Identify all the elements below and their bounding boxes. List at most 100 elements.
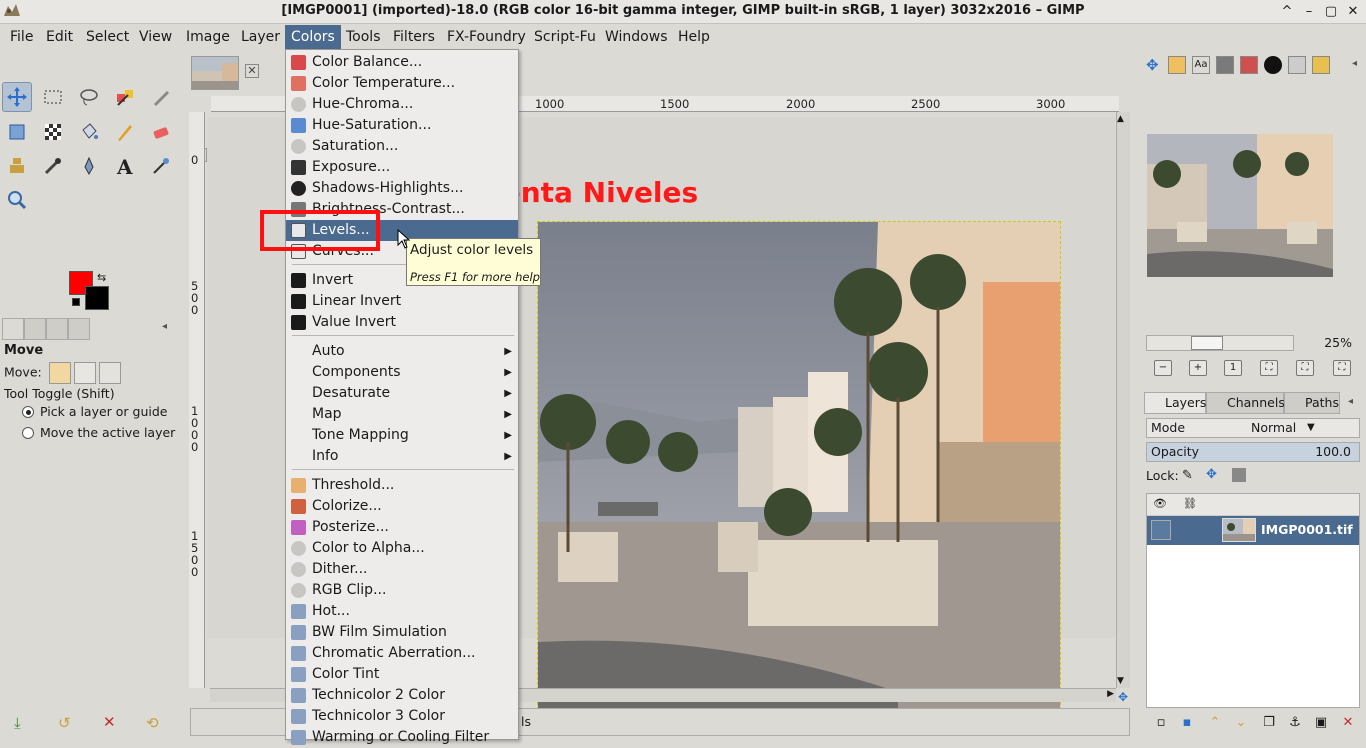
zoom-tool-icon[interactable] xyxy=(2,185,32,215)
undo-history-tab-icon[interactable] xyxy=(24,318,46,340)
rect-select-tool-icon[interactable] xyxy=(38,82,68,112)
menu-item-hue-saturation[interactable]: Hue-Saturation... xyxy=(286,115,518,136)
move-layer-mode-icon[interactable] xyxy=(48,362,71,384)
menu-item-components[interactable]: Components ▶ xyxy=(286,362,518,383)
menu-item-map[interactable]: Map ▶ xyxy=(286,404,518,425)
lock-position-icon[interactable]: ✥ xyxy=(1206,467,1217,482)
mask-layer-icon[interactable]: ▣ xyxy=(1312,714,1330,732)
menu-item-dither[interactable]: Dither... xyxy=(286,559,518,580)
menu-item-colorize[interactable]: Colorize... xyxy=(286,496,518,517)
zoom-in-icon[interactable]: + xyxy=(1189,360,1207,376)
image-canvas[interactable] xyxy=(537,221,1061,725)
scroll-up-icon[interactable]: ▲ xyxy=(1117,114,1124,124)
menu-item-posterize[interactable]: Posterize... xyxy=(286,517,518,538)
lock-alpha-icon[interactable] xyxy=(1232,468,1246,482)
vertical-scrollbar[interactable]: ▲ ▼ xyxy=(1116,112,1130,688)
navigator-preview[interactable] xyxy=(1147,134,1333,277)
dock-menu-icon[interactable]: ◂ xyxy=(1352,58,1357,69)
menu-item-desaturate[interactable]: Desaturate ▶ xyxy=(286,383,518,404)
dock-menu-icon[interactable]: ◂ xyxy=(1348,396,1353,407)
menu-item-value-invert[interactable]: Value Invert xyxy=(286,312,518,333)
zoom-slider[interactable] xyxy=(1146,335,1294,351)
images-tab-icon[interactable] xyxy=(1216,56,1234,74)
image-tab-thumbnail[interactable] xyxy=(191,56,239,90)
new-layer-icon[interactable]: ▫ xyxy=(1152,714,1170,732)
warp-tool-icon[interactable] xyxy=(38,117,68,147)
patterns-tab-icon[interactable] xyxy=(1288,56,1306,74)
menu-file[interactable]: File xyxy=(4,25,39,49)
menu-image[interactable]: Image xyxy=(180,25,236,49)
tab-paths[interactable]: Paths xyxy=(1284,392,1340,414)
scroll-down-icon[interactable]: ▼ xyxy=(1117,676,1124,686)
menu-layer[interactable]: Layer xyxy=(235,25,286,49)
fit-image-icon[interactable]: ⛶ xyxy=(1260,360,1278,376)
delete-layer-icon[interactable]: ✕ xyxy=(1339,714,1357,732)
zoom-out-icon[interactable]: − xyxy=(1154,360,1172,376)
brushes-tab-icon[interactable] xyxy=(1264,56,1282,74)
navigate-canvas-icon[interactable]: ✥ xyxy=(1118,690,1128,704)
move-active-layer-option[interactable]: Move the active layer xyxy=(22,425,175,440)
menu-filters[interactable]: Filters xyxy=(387,25,441,49)
menu-fx-foundry[interactable]: FX-Foundry xyxy=(441,25,532,49)
menu-item-color-temperature[interactable]: Color Temperature... xyxy=(286,73,518,94)
menu-item-rgb-clip[interactable]: RGB Clip... xyxy=(286,580,518,601)
close-tab-icon[interactable]: ✕ xyxy=(245,64,259,78)
menu-script-fu[interactable]: Script-Fu xyxy=(528,25,602,49)
menu-item-chromatic-aberration[interactable]: Chromatic Aberration... xyxy=(286,643,518,664)
menu-windows[interactable]: Windows xyxy=(599,25,674,49)
move-active-layer-radio[interactable] xyxy=(22,427,34,439)
new-group-icon[interactable]: ▪ xyxy=(1178,714,1196,732)
dock-menu-icon[interactable]: ◂ xyxy=(162,321,167,332)
menu-item-threshold[interactable]: Threshold... xyxy=(286,475,518,496)
window-close-button[interactable]: ✕ xyxy=(1344,3,1362,21)
clone-tool-icon[interactable] xyxy=(2,151,32,181)
duplicate-layer-icon[interactable]: ❐ xyxy=(1260,714,1278,732)
menu-item-technicolor-2[interactable]: Technicolor 2 Color xyxy=(286,685,518,706)
window-minimize-button[interactable]: – xyxy=(1300,3,1318,21)
pick-layer-radio[interactable] xyxy=(22,406,34,418)
background-color-swatch[interactable] xyxy=(85,286,109,310)
restore-options-icon[interactable]: ↺ xyxy=(58,714,71,732)
smudge-tool-icon[interactable] xyxy=(38,151,68,181)
menu-item-linear-invert[interactable]: Linear Invert xyxy=(286,291,518,312)
text-tool-icon[interactable]: A xyxy=(110,151,140,181)
lock-pixels-icon[interactable]: ✎ xyxy=(1182,468,1193,483)
menu-item-auto[interactable]: Auto ▶ xyxy=(286,341,518,362)
layer-row[interactable]: IMGP0001.tif xyxy=(1147,516,1359,545)
menu-tools[interactable]: Tools xyxy=(340,25,387,49)
color-picker-tool-icon[interactable] xyxy=(146,151,176,181)
bucket-fill-tool-icon[interactable] xyxy=(74,117,104,147)
window-maximize-button[interactable]: ▢ xyxy=(1322,3,1340,21)
opacity-spin[interactable]: Opacity 100.0 xyxy=(1146,442,1360,462)
paths-tool-icon[interactable] xyxy=(146,82,176,112)
anchor-layer-icon[interactable]: ⚓ xyxy=(1286,714,1304,732)
menu-item-info[interactable]: Info ▶ xyxy=(286,446,518,467)
zoom-slider-handle[interactable] xyxy=(1191,336,1223,350)
menu-item-color-to-alpha[interactable]: Color to Alpha... xyxy=(286,538,518,559)
lower-layer-icon[interactable]: ⌄ xyxy=(1232,714,1250,732)
fuzzy-select-tool-icon[interactable] xyxy=(110,82,140,112)
menu-view[interactable]: View xyxy=(133,25,178,49)
pick-layer-option[interactable]: Pick a layer or guide xyxy=(22,404,168,419)
menu-item-bw-film-simulation[interactable]: BW Film Simulation xyxy=(286,622,518,643)
fill-window-icon[interactable]: ⛶ xyxy=(1296,360,1314,376)
menu-item-shadows-highlights[interactable]: Shadows-Highlights... xyxy=(286,178,518,199)
menu-item-hue-chroma[interactable]: Hue-Chroma... xyxy=(286,94,518,115)
transform-tool-icon[interactable] xyxy=(2,117,32,147)
move-selection-mode-icon[interactable] xyxy=(73,362,96,384)
menu-item-warming-cooling[interactable]: Warming or Cooling Filter xyxy=(286,727,518,748)
menu-item-exposure[interactable]: Exposure... xyxy=(286,157,518,178)
palettes-tab-icon[interactable] xyxy=(1240,56,1258,74)
navigator-tab-icon[interactable] xyxy=(1168,56,1186,74)
dodge-burn-tool-icon[interactable] xyxy=(74,151,104,181)
menu-select[interactable]: Select xyxy=(80,25,135,49)
menu-item-hot[interactable]: Hot... xyxy=(286,601,518,622)
default-colors-icon[interactable] xyxy=(72,298,80,306)
images-tab-icon[interactable] xyxy=(46,318,68,340)
pointer-tab-icon[interactable]: ✥ xyxy=(1146,56,1159,74)
tool-options-tab-icon[interactable] xyxy=(2,318,24,340)
menu-item-saturation[interactable]: Saturation... xyxy=(286,136,518,157)
reset-options-icon[interactable]: ⟲ xyxy=(146,714,159,732)
menu-colors[interactable]: Colors xyxy=(285,25,341,49)
lasso-tool-icon[interactable] xyxy=(74,82,104,112)
